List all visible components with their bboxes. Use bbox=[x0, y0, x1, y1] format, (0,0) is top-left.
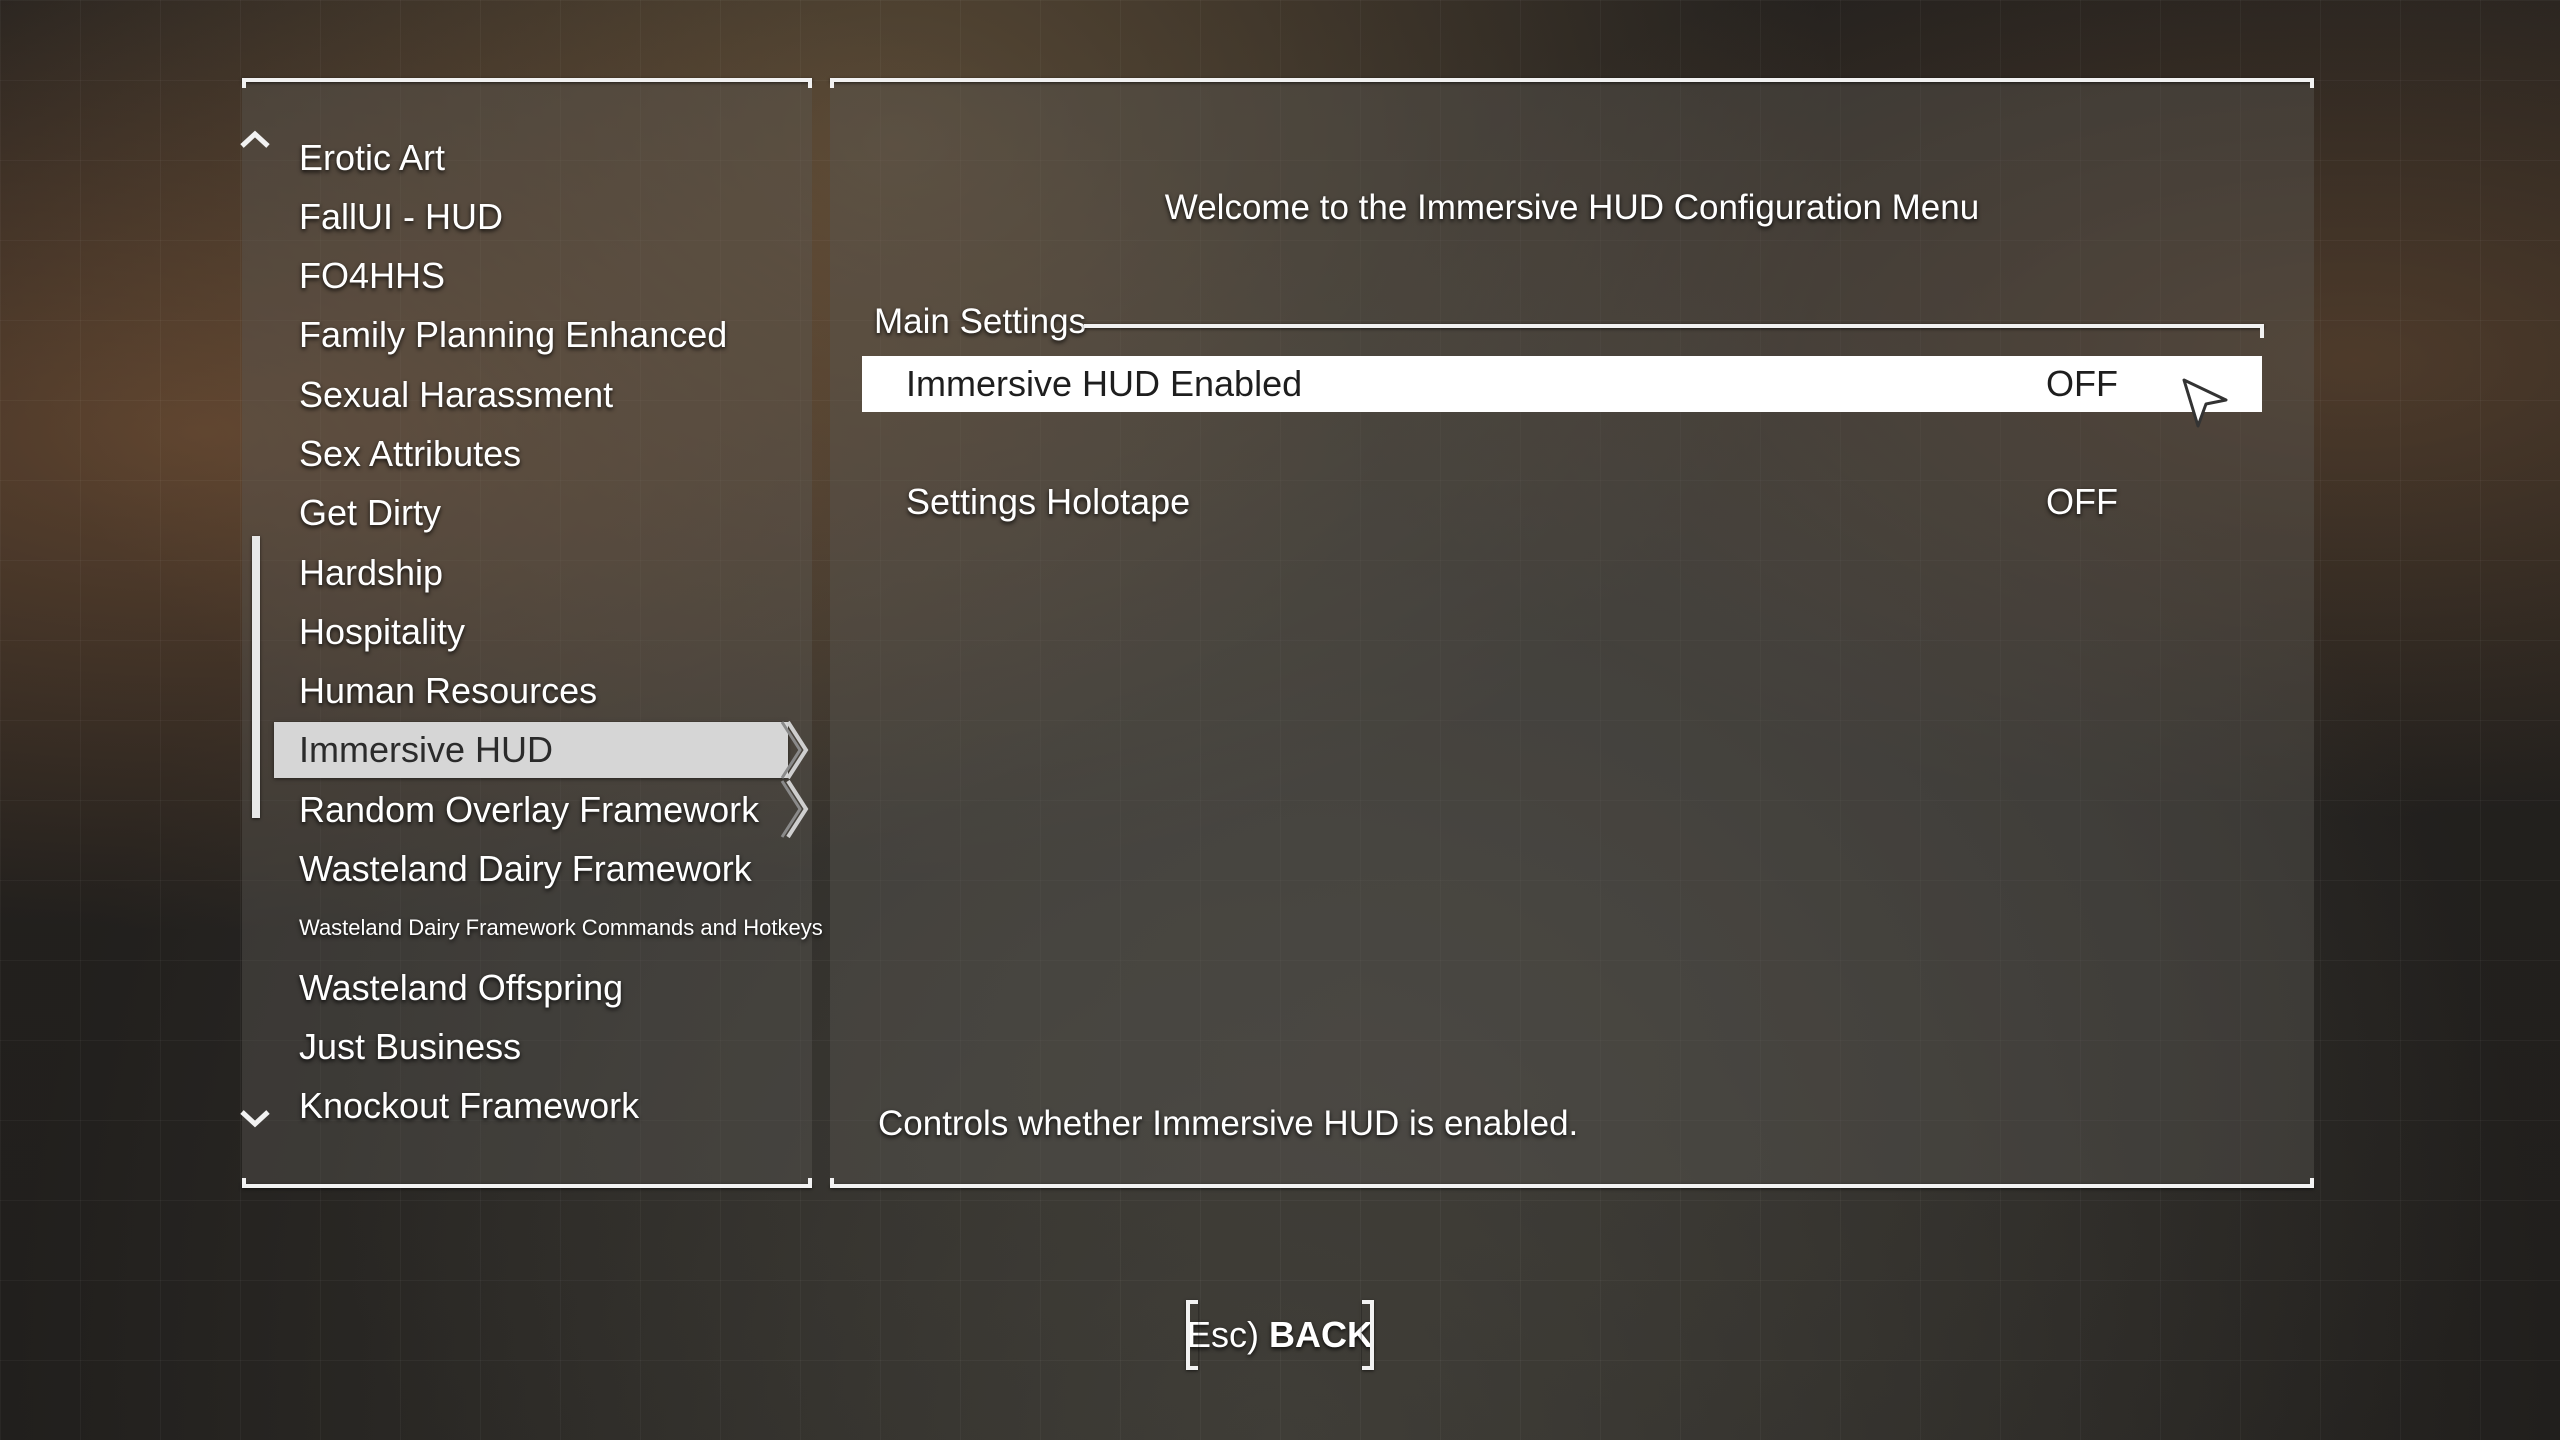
panel-top-border bbox=[242, 78, 812, 88]
setting-immersive-hud-enabled[interactable]: Immersive HUD Enabled OFF bbox=[862, 356, 2262, 412]
config-panel bbox=[830, 78, 2314, 1188]
mod-list-item-label: Immersive HUD bbox=[299, 729, 554, 770]
mod-list-item-label: FallUI - HUD bbox=[299, 196, 503, 237]
mod-list-item[interactable]: Knockout Framework bbox=[274, 1078, 788, 1134]
setting-label: Settings Holotape bbox=[906, 481, 1191, 522]
setting-description: Controls whether Immersive HUD is enable… bbox=[878, 1104, 1579, 1143]
mod-list-scrollbar[interactable] bbox=[252, 536, 260, 818]
mod-list-item[interactable]: Hospitality bbox=[274, 604, 788, 660]
mod-list-item[interactable]: Sexual Harassment bbox=[274, 367, 788, 423]
mod-list-item-label: Family Planning Enhanced bbox=[299, 314, 728, 355]
mod-list-item-label: Just Business bbox=[299, 1026, 522, 1067]
section-header: Main Settings bbox=[874, 302, 1087, 341]
mod-list-item-label: Sexual Harassment bbox=[299, 374, 614, 415]
mod-list-item[interactable]: Sex Attributes bbox=[274, 426, 788, 482]
chevron-up-icon[interactable] bbox=[237, 124, 273, 154]
back-label: BACK bbox=[1269, 1314, 1373, 1355]
mod-list-item-label: Wasteland Offspring bbox=[299, 967, 624, 1008]
mod-list-item[interactable]: Human Resources bbox=[274, 663, 788, 719]
page-title: Welcome to the Immersive HUD Configurati… bbox=[1164, 188, 1980, 227]
mod-list-item[interactable]: Family Planning Enhanced bbox=[274, 307, 788, 363]
bracket-left bbox=[1186, 1300, 1198, 1370]
mod-list-item-label: Erotic Art bbox=[299, 137, 446, 178]
setting-settings-holotape[interactable]: Settings Holotape OFF bbox=[862, 474, 2262, 530]
chevron-right-icon bbox=[780, 779, 809, 839]
mouse-cursor-icon bbox=[2182, 378, 2228, 428]
mod-list-item-label: FO4HHS bbox=[299, 255, 446, 296]
panel-top-border bbox=[830, 78, 2314, 88]
mod-list-item-label: Sex Attributes bbox=[299, 433, 522, 474]
mod-list-item[interactable]: Wasteland Offspring bbox=[274, 960, 788, 1016]
back-button[interactable]: Esc) BACK bbox=[1186, 1300, 1374, 1370]
chevron-right-icon bbox=[780, 720, 809, 780]
mod-list-item[interactable]: Hardship bbox=[274, 545, 788, 601]
mod-list-item[interactable]: Get Dirty bbox=[274, 485, 788, 541]
mod-list-item-label: Hardship bbox=[299, 552, 444, 593]
chevron-down-icon[interactable] bbox=[237, 1104, 273, 1134]
mod-list-item-label: Human Resources bbox=[299, 670, 598, 711]
setting-value[interactable]: OFF bbox=[2046, 363, 2118, 405]
mod-list-item[interactable]: Just Business bbox=[274, 1019, 788, 1075]
mod-list-item-label: Wasteland Dairy Framework bbox=[299, 848, 752, 889]
setting-value[interactable]: OFF bbox=[2046, 481, 2118, 523]
mod-list-item[interactable]: FO4HHS bbox=[274, 248, 788, 304]
mod-list-item-label: Hospitality bbox=[299, 611, 466, 652]
mod-list-item[interactable]: FallUI - HUD bbox=[274, 189, 788, 245]
setting-label: Immersive HUD Enabled bbox=[906, 363, 1303, 404]
mod-list-item[interactable]: Wasteland Dairy Framework Commands and H… bbox=[274, 900, 823, 956]
mod-list-item-label: Knockout Framework bbox=[299, 1085, 640, 1126]
mod-list-item[interactable]: Wasteland Dairy Framework bbox=[274, 841, 788, 897]
mod-list-item-label: Wasteland Dairy Framework Commands and H… bbox=[299, 915, 823, 940]
panel-bottom-border bbox=[242, 1178, 812, 1188]
section-divider bbox=[1084, 324, 2264, 338]
mod-list-item-label: Random Overlay Framework bbox=[299, 789, 760, 830]
bracket-right bbox=[1362, 1300, 1374, 1370]
mod-list-item[interactable]: Erotic Art bbox=[274, 130, 788, 186]
mod-list-item-selected[interactable]: Immersive HUD bbox=[274, 722, 788, 778]
mod-list-item[interactable]: Random Overlay Framework bbox=[274, 782, 788, 838]
panel-bottom-border bbox=[830, 1178, 2314, 1188]
mod-list-item-label: Get Dirty bbox=[299, 492, 442, 533]
